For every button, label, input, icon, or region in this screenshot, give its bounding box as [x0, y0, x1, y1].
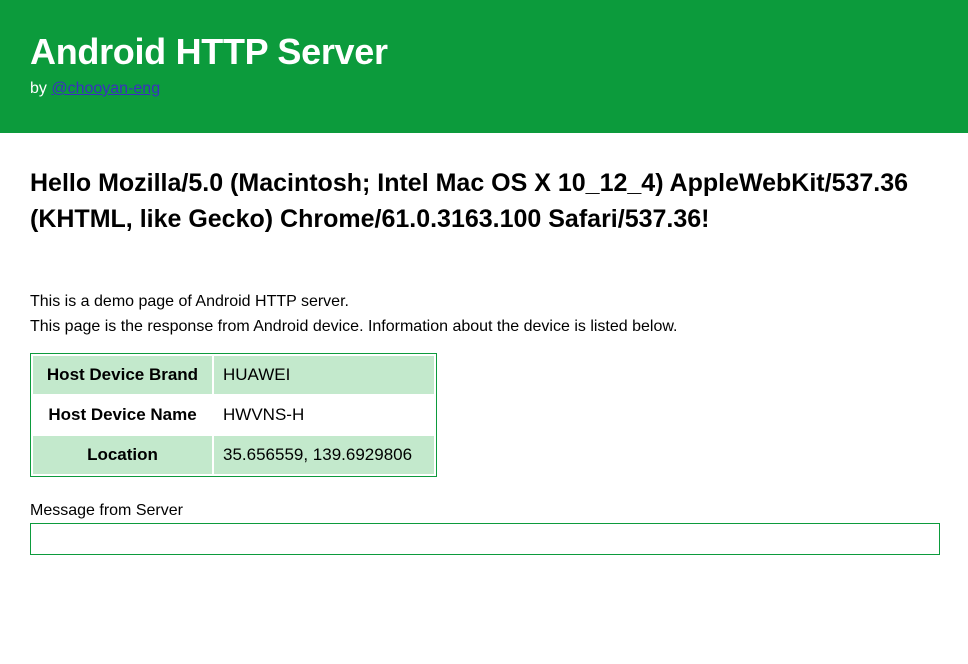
site-title: Android HTTP Server	[30, 31, 388, 72]
row-label-location: Location	[33, 436, 212, 474]
author-prefix: by	[30, 80, 52, 97]
greeting-heading: Hello Mozilla/5.0 (Macintosh; Intel Mac …	[30, 169, 909, 233]
message-label: Message from Server	[30, 502, 183, 519]
table-row: Host Device Name HWVNS-H	[33, 396, 434, 434]
table-row: Location 35.656559, 139.6929806	[33, 436, 434, 474]
row-value-name: HWVNS-H	[223, 405, 305, 424]
device-info-table: Host Device Brand HUAWEI Host Device Nam…	[30, 353, 437, 477]
message-input[interactable]	[30, 523, 940, 555]
table-row: Host Device Brand HUAWEI	[33, 356, 434, 394]
row-value-location: 35.656559, 139.6929806	[214, 436, 434, 474]
description: This is a demo page of Android HTTP serv…	[30, 289, 677, 339]
author-line: by @chooyan-eng	[30, 79, 160, 99]
author-link[interactable]: @chooyan-eng	[51, 80, 160, 97]
page-header: Android HTTP Server by @chooyan-eng	[0, 0, 968, 133]
row-value-brand: HUAWEI	[214, 356, 434, 394]
row-label-brand: Host Device Brand	[33, 356, 212, 394]
row-label-name: Host Device Name	[48, 405, 197, 424]
description-line-2: This page is the response from Android d…	[30, 318, 678, 335]
description-line-1: This is a demo page of Android HTTP serv…	[30, 293, 349, 310]
